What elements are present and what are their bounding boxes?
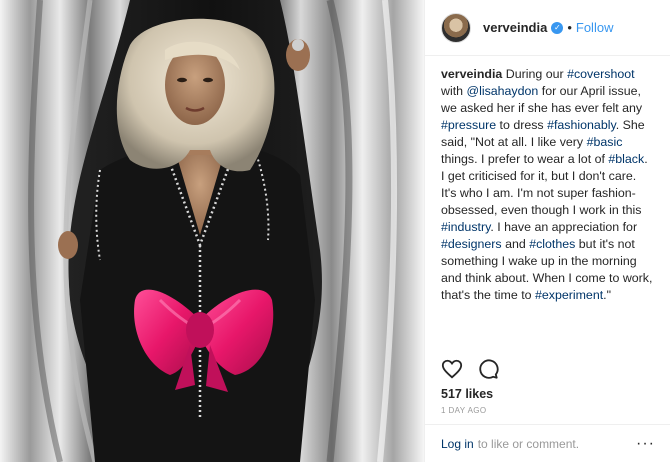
- hashtag-link[interactable]: #covershoot: [567, 67, 635, 81]
- separator-dot: •: [567, 20, 572, 35]
- caption-fragment: with: [441, 84, 467, 98]
- action-bar: [441, 358, 499, 380]
- comment-prompt: to like or comment.: [477, 436, 580, 451]
- caption-fragment: .": [603, 288, 611, 302]
- caption-fragment: and: [501, 237, 530, 251]
- hashtag-link[interactable]: #black: [608, 152, 644, 166]
- caption-username[interactable]: verveindia: [441, 67, 502, 81]
- caption-text: During our #covershoot with @lisahaydon …: [441, 67, 652, 302]
- caption-fragment: things. I prefer to wear a lot of: [441, 152, 609, 166]
- caption-fragment: . I have an appreciation for: [490, 220, 638, 234]
- verified-badge-icon: ✓: [551, 21, 564, 34]
- caption-fragment: During our: [502, 67, 568, 81]
- hashtag-link[interactable]: #designers: [441, 237, 502, 251]
- hashtag-link[interactable]: #pressure: [441, 118, 496, 132]
- caption-fragment: to dress: [496, 118, 548, 132]
- heart-icon[interactable]: [441, 358, 463, 380]
- follow-button[interactable]: Follow: [576, 20, 614, 35]
- avatar[interactable]: [441, 12, 471, 43]
- post-image: [0, 0, 424, 462]
- more-options-icon[interactable]: ···: [636, 435, 655, 453]
- post-header: verveindia ✓ • Follow: [425, 0, 670, 56]
- post-sidebar: verveindia ✓ • Follow verveindia During …: [424, 0, 670, 462]
- post-caption: verveindia During our #covershoot with @…: [425, 56, 670, 304]
- hashtag-link[interactable]: #basic: [587, 135, 623, 149]
- username-link[interactable]: verveindia: [483, 20, 547, 35]
- login-link[interactable]: Log in: [441, 437, 474, 451]
- likes-count[interactable]: 517 likes: [441, 387, 493, 401]
- hashtag-link[interactable]: #experiment: [535, 288, 603, 302]
- post-timestamp: 1 DAY AGO: [441, 406, 487, 415]
- comment-icon[interactable]: [477, 358, 499, 380]
- hashtag-link[interactable]: #clothes: [529, 237, 575, 251]
- hashtag-link[interactable]: #fashionably: [547, 118, 616, 132]
- hashtag-link[interactable]: #industry: [441, 220, 490, 234]
- post-photo[interactable]: [0, 0, 424, 462]
- comment-bar: Log in to like or comment. ···: [425, 424, 670, 462]
- mention-link[interactable]: @lisahaydon: [466, 84, 538, 98]
